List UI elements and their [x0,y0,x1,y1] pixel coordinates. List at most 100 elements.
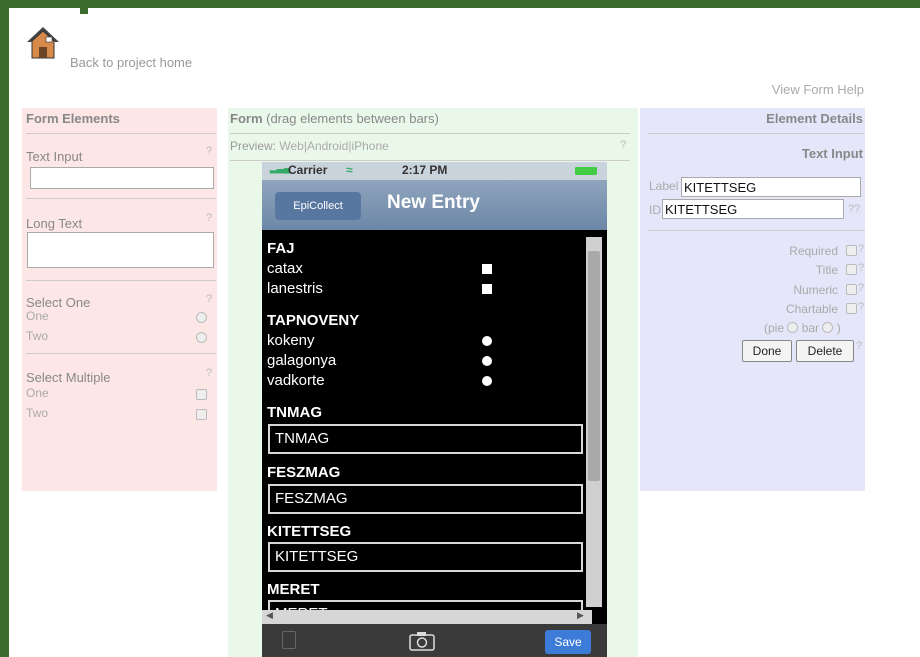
select-multiple-label: Select Multiple [26,370,111,385]
radio-button[interactable] [196,312,207,323]
wifi-icon: ≈ [346,163,353,177]
help-icon[interactable]: ? [206,293,212,305]
field-label-kitettseg: KITETTSEG [267,523,352,540]
help-icon[interactable]: ?? [848,203,860,215]
delete-button[interactable]: Delete [796,340,854,362]
preview-android-link[interactable]: Android [307,139,348,153]
chartable-label: Chartable [785,302,838,316]
epicollect-back-button[interactable]: EpiCollect [275,192,361,220]
scroll-left-icon[interactable]: ◀ [266,610,273,621]
form-subtitle: (drag elements between bars) [266,111,439,126]
preview-bar: Preview: Web|Android|iPhone [230,139,389,153]
trash-icon[interactable] [282,631,296,649]
house-icon[interactable] [23,22,63,62]
checkbox-option-label: catax [267,260,303,277]
checkbox[interactable] [482,264,492,274]
status-bar: ▂▃▄ Carrier ≈ 2:17 PM [262,162,607,180]
bar-label: bar [801,321,820,335]
help-icon[interactable]: ? [858,282,864,294]
preview-web-link[interactable]: Web [279,139,303,153]
preview-iphone-link[interactable]: iPhone [351,139,388,153]
radio-button[interactable] [482,376,492,386]
nav-bar: EpiCollect New Entry [262,180,607,230]
long-text-label: Long Text [26,216,83,231]
app-frame: Back to project home View Form Help Form… [9,0,920,657]
battery-icon [575,167,597,175]
numeric-label: Numeric [793,283,838,297]
back-to-project-link[interactable]: Back to project home [70,55,192,70]
checkbox[interactable] [482,284,492,294]
divider [230,133,630,134]
pie-label: (pie [764,321,785,335]
done-button[interactable]: Done [742,340,792,362]
numeric-checkbox[interactable] [846,284,857,295]
camera-icon[interactable] [409,631,435,651]
iphone-preview: ▂▃▄ Carrier ≈ 2:17 PM EpiCollect New Ent… [262,162,607,657]
chartable-checkbox[interactable] [846,303,857,314]
required-label: Required [789,244,838,258]
text-input-label: Text Input [26,149,83,164]
element-type-title: Text Input [801,146,863,161]
top-border [9,0,920,8]
field-label-faj: FAJ [267,240,295,257]
bar-radio[interactable] [822,322,834,333]
divider [230,160,630,161]
help-icon[interactable]: ? [206,367,212,379]
form-title: Form (drag elements between bars) [230,111,439,126]
field-label-meret: MERET [267,581,320,598]
long-text-sample[interactable] [27,232,214,268]
element-details-panel: Element Details Text Input Label KITETTS… [640,108,865,491]
save-button[interactable]: Save [545,630,591,654]
required-checkbox[interactable] [846,245,857,256]
divider [26,280,216,281]
view-form-help-link[interactable]: View Form Help [772,82,864,97]
divider [26,198,216,199]
kitettseg-input[interactable]: KITETTSEG [268,542,583,572]
id-input[interactable]: KITETTSEG [662,199,844,219]
tnmag-input[interactable]: TNMAG [268,424,583,454]
checkbox[interactable] [196,409,207,420]
label-caption: Label [649,179,679,193]
divider [26,133,216,134]
scrollbar-thumb[interactable] [588,251,600,481]
close-paren: ) [836,321,841,335]
label-input[interactable]: KITETTSEG [681,177,861,197]
form-title-text: Form [230,111,263,126]
divider [648,230,865,231]
clock: 2:17 PM [402,163,448,177]
nav-title: New Entry [387,192,480,213]
checkbox-option-label: lanestris [267,280,323,297]
field-label-tnmag: TNMAG [267,404,322,421]
feszmag-input[interactable]: FESZMAG [268,484,583,514]
radio-option-label: vadkorte [267,372,325,389]
select-multiple-option: One [26,386,49,400]
help-icon[interactable]: ? [856,340,862,352]
help-icon[interactable]: ? [858,262,864,274]
preview-label: Preview: [230,139,277,153]
pie-radio[interactable] [787,322,799,333]
help-icon[interactable]: ? [858,243,864,255]
text-input-sample[interactable] [30,167,214,189]
radio-button[interactable] [196,332,207,343]
help-icon[interactable]: ? [858,301,864,313]
scroll-right-icon[interactable]: ▶ [577,610,584,621]
bottom-toolbar: Save [262,624,607,657]
help-icon[interactable]: ? [206,145,212,157]
help-icon[interactable]: ? [206,212,212,224]
radio-button[interactable] [482,336,492,346]
checkbox[interactable] [196,389,207,400]
vertical-scrollbar[interactable] [586,237,602,607]
field-label-tapnoveny: TAPNOVENY [267,312,360,329]
help-icon[interactable]: ? [620,139,626,151]
select-one-option: One [26,309,49,323]
title-checkbox[interactable] [846,264,857,275]
chart-type-row: (pie bar ) [764,321,841,335]
select-multiple-option: Two [26,406,49,420]
radio-option-label: kokeny [267,332,315,349]
element-details-title: Element Details [766,111,863,126]
radio-button[interactable] [482,356,492,366]
title-label: Title [815,263,838,277]
id-caption: ID [649,203,661,217]
field-label-feszmag: FESZMAG [267,464,341,481]
horizontal-scrollbar[interactable]: ◀ ▶ [262,610,592,624]
